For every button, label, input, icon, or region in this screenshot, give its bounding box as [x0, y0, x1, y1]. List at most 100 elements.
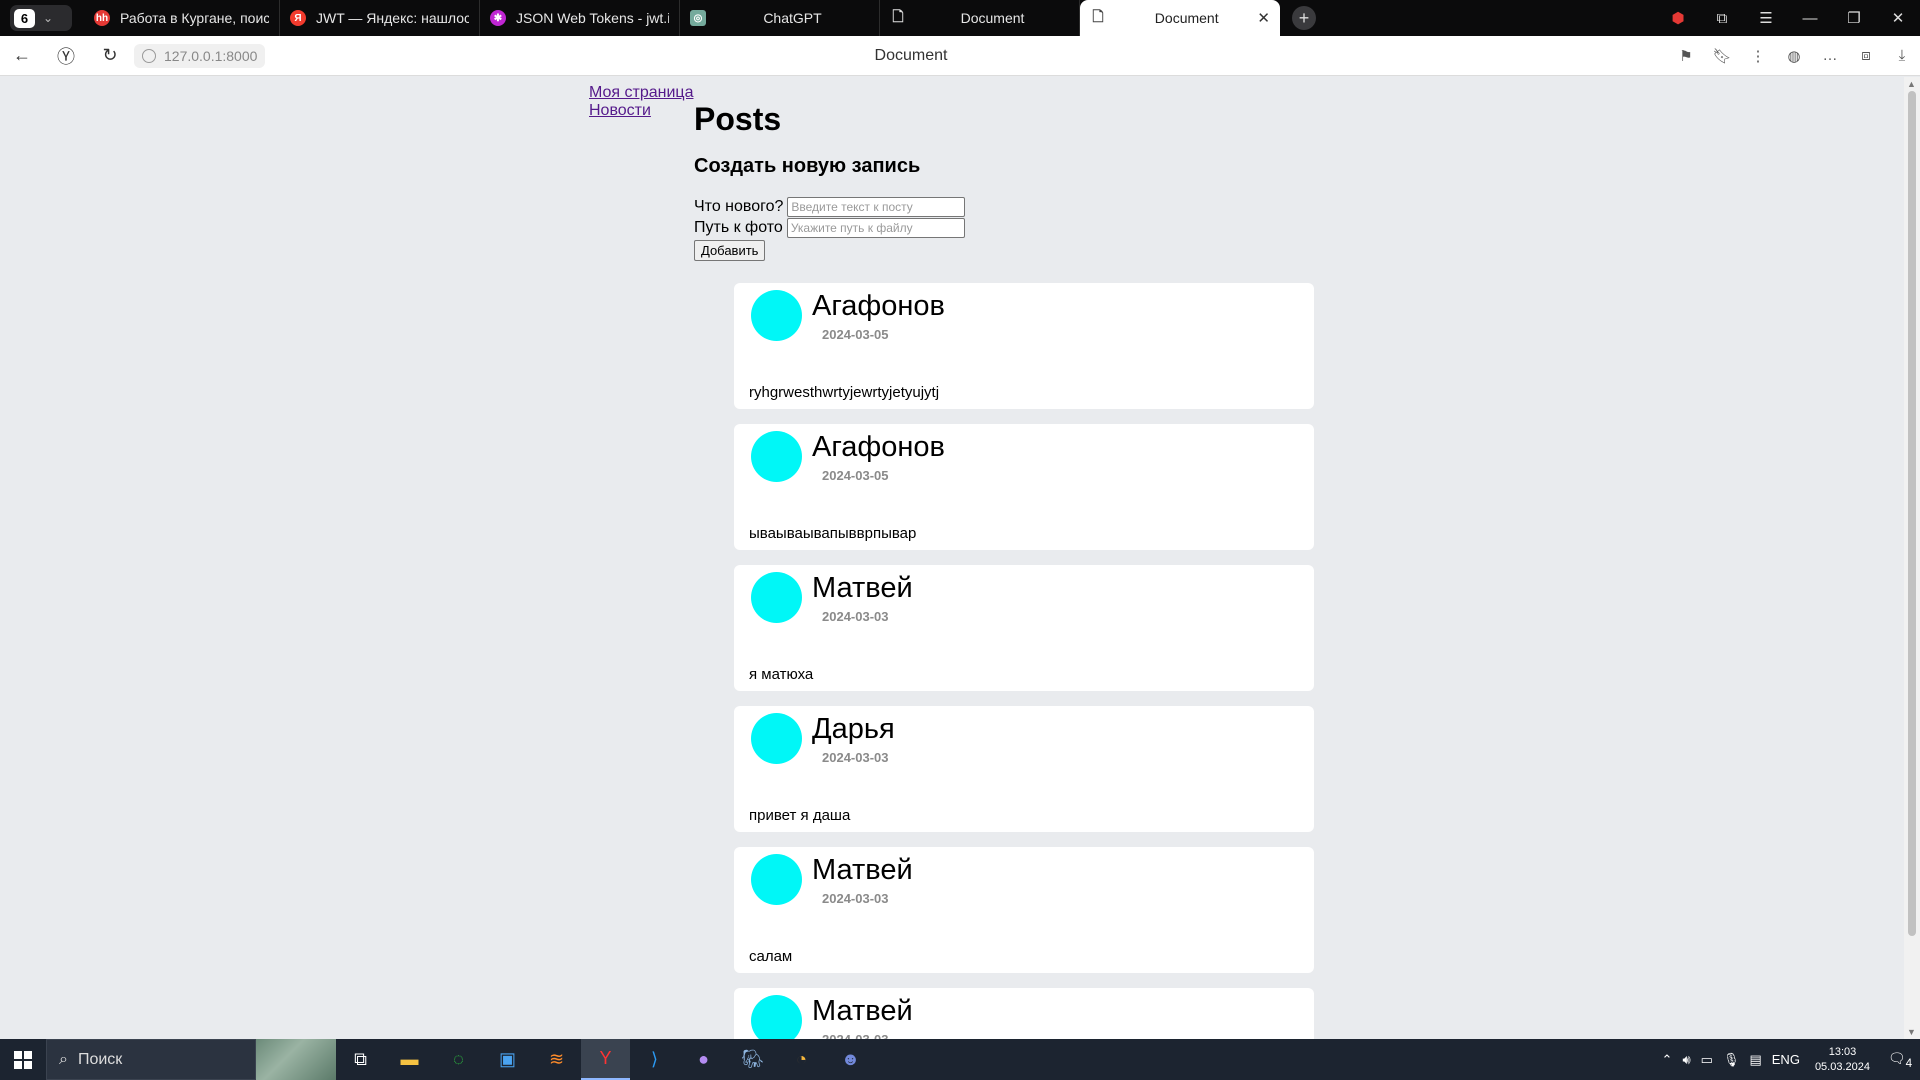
- minimize-icon[interactable]: —: [1788, 10, 1832, 27]
- posts-list: Агафонов 2024-03-05 ryhgrwesthwrtyjewrty…: [734, 283, 1314, 1039]
- post-date: 2024-03-03: [822, 891, 889, 906]
- post-author: Матвей: [812, 572, 913, 604]
- language-indicator[interactable]: ENG: [1767, 1052, 1805, 1067]
- scrollbar-thumb[interactable]: [1908, 91, 1916, 936]
- browser-tab-yandex-jwt[interactable]: Я JWT — Яндекс: нашлось 6: [280, 0, 480, 36]
- vscode-icon[interactable]: ⟩: [630, 1039, 679, 1080]
- protect-icon[interactable]: ⬢: [1656, 9, 1700, 27]
- notification-count: 4: [1905, 1056, 1913, 1070]
- photo-label: Путь к фото: [694, 218, 783, 236]
- file-explorer-icon[interactable]: ▬: [385, 1039, 434, 1080]
- chevron-down-icon: ⌄: [43, 11, 54, 25]
- tab-label: ChatGPT: [763, 10, 822, 26]
- tab-counter-button[interactable]: 6 ⌄: [10, 5, 72, 31]
- avatar: [751, 572, 802, 623]
- nav-link-news[interactable]: Новости: [589, 102, 693, 120]
- scroll-down-icon[interactable]: ▼: [1907, 1027, 1916, 1037]
- avatar: [751, 290, 802, 341]
- photo-path-input[interactable]: [786, 217, 965, 238]
- page-heading: Posts: [694, 101, 782, 137]
- clock-time: 13:03: [1828, 1045, 1857, 1058]
- post-date: 2024-03-05: [822, 327, 889, 342]
- system-tray: ⌃ 🔊︎ ▭ 🎙︎ ▤ ENG 13:03 05.03.2024 🗨︎4: [1657, 1039, 1920, 1080]
- discord-icon[interactable]: ☻: [826, 1039, 875, 1080]
- main-content: Posts Создать новую запись Что нового? П…: [694, 101, 1314, 261]
- post-date: 2024-03-03: [822, 750, 889, 765]
- yandex-home-icon[interactable]: Ⓨ: [44, 43, 88, 69]
- sublime-icon[interactable]: ≋: [532, 1039, 581, 1080]
- taskbar-search[interactable]: ⌕ Поиск: [46, 1039, 256, 1080]
- bookmark-icon[interactable]: 🔖︎: [1704, 47, 1740, 65]
- scroll-up-icon[interactable]: ▲: [1907, 79, 1916, 89]
- post-card: Матвей 2024-03-03: [734, 988, 1314, 1039]
- more-horizontal-icon[interactable]: …: [1812, 47, 1848, 64]
- search-label: Поиск: [77, 1050, 123, 1068]
- translate-icon[interactable]: ⚑: [1668, 47, 1704, 65]
- url-text: 127.0.0.1:8000: [164, 47, 258, 64]
- site-info-icon[interactable]: [142, 48, 156, 63]
- browser-tab-document-1[interactable]: 🗋 Document: [880, 0, 1080, 36]
- form-heading: Создать новую запись: [694, 155, 921, 177]
- jwt-favicon-icon: ✱: [490, 10, 506, 26]
- browser-tab-chatgpt[interactable]: ◎ ChatGPT: [680, 0, 880, 36]
- more-vertical-icon[interactable]: ⋮: [1740, 47, 1776, 65]
- avatar: [751, 431, 802, 482]
- globe-icon[interactable]: ◍: [1776, 47, 1812, 65]
- notifications-icon[interactable]: 🗨︎4: [1880, 1050, 1920, 1070]
- collections-icon[interactable]: ⧈: [1848, 47, 1884, 64]
- browser-tab-hh[interactable]: hh Работа в Кургане, поиск п: [84, 0, 280, 36]
- search-highlight-image[interactable]: [256, 1039, 336, 1080]
- hh-favicon-icon: hh: [94, 10, 110, 26]
- yandex-browser-icon[interactable]: Y: [581, 1039, 630, 1080]
- post-date: 2024-03-05: [822, 468, 889, 483]
- post-card: Агафонов 2024-03-05 ываываывапывврпывар: [734, 424, 1314, 550]
- post-card: Матвей 2024-03-03 салам: [734, 847, 1314, 973]
- window-controls: ⬢ ⧉ ☰ — ❐ ✕: [1656, 0, 1920, 36]
- download-icon[interactable]: ⤓: [1884, 47, 1920, 64]
- start-button[interactable]: [0, 1039, 46, 1080]
- green-app-icon[interactable]: ◌: [434, 1039, 483, 1080]
- chevron-up-icon[interactable]: ⌃: [1657, 1052, 1678, 1068]
- volume-icon[interactable]: 🔊︎: [1677, 1052, 1695, 1068]
- close-tab-icon[interactable]: ✕: [1257, 9, 1270, 27]
- tab-label: Работа в Кургане, поиск п: [120, 10, 269, 26]
- post-text: я матюха: [749, 666, 814, 683]
- post-author: Агафонов: [812, 290, 945, 322]
- postgresql-icon[interactable]: 🐘︎: [728, 1039, 777, 1080]
- post-text: салам: [749, 948, 793, 965]
- document-favicon-icon: 🗋: [1092, 8, 1104, 24]
- post-card: Матвей 2024-03-03 я матюха: [734, 565, 1314, 691]
- nav-link-my-page[interactable]: Моя страница: [589, 84, 693, 102]
- network-icon[interactable]: ▤: [1744, 1052, 1766, 1068]
- post-author: Матвей: [812, 854, 913, 886]
- menu-icon[interactable]: ☰: [1744, 9, 1788, 27]
- document-favicon-icon: 🗋: [892, 8, 904, 24]
- page-scrollbar[interactable]: ▲ ▼: [1904, 77, 1920, 1039]
- browser-tab-document-active[interactable]: 🗋 Document ✕: [1080, 0, 1280, 36]
- reload-icon[interactable]: ↻: [88, 45, 132, 66]
- avatar: [751, 995, 802, 1039]
- restore-icon[interactable]: ❐: [1832, 9, 1876, 27]
- close-window-icon[interactable]: ✕: [1876, 9, 1920, 27]
- github-icon[interactable]: ●: [679, 1039, 728, 1080]
- browser-tab-jwt-io[interactable]: ✱ JSON Web Tokens - jwt.io: [480, 0, 680, 36]
- post-card: Дарья 2024-03-03 привет я даша: [734, 706, 1314, 832]
- task-view-icon[interactable]: ⧉: [336, 1039, 385, 1080]
- avatar: [751, 713, 802, 764]
- post-card: Агафонов 2024-03-05 ryhgrwesthwrtyjewrty…: [734, 283, 1314, 409]
- post-author: Агафонов: [812, 431, 945, 463]
- tab-count: 6: [14, 8, 35, 28]
- back-arrow-icon[interactable]: ←: [0, 45, 44, 66]
- clock[interactable]: 13:03 05.03.2024: [1805, 1045, 1880, 1075]
- post-author: Дарья: [812, 713, 895, 745]
- bookmarks-panel-icon[interactable]: ⧉: [1700, 10, 1744, 27]
- new-tab-icon[interactable]: +: [1292, 6, 1316, 30]
- control-panel-icon[interactable]: ▣: [483, 1039, 532, 1080]
- add-post-button[interactable]: Добавить: [694, 240, 766, 261]
- pycharm-icon[interactable]: ◔: [777, 1039, 826, 1080]
- camera-icon[interactable]: ▭: [1696, 1052, 1718, 1068]
- microphone-icon[interactable]: 🎙︎: [1718, 1052, 1745, 1068]
- post-text-input[interactable]: [787, 196, 966, 217]
- url-field[interactable]: 127.0.0.1:8000: [134, 43, 266, 68]
- avatar: [751, 854, 802, 905]
